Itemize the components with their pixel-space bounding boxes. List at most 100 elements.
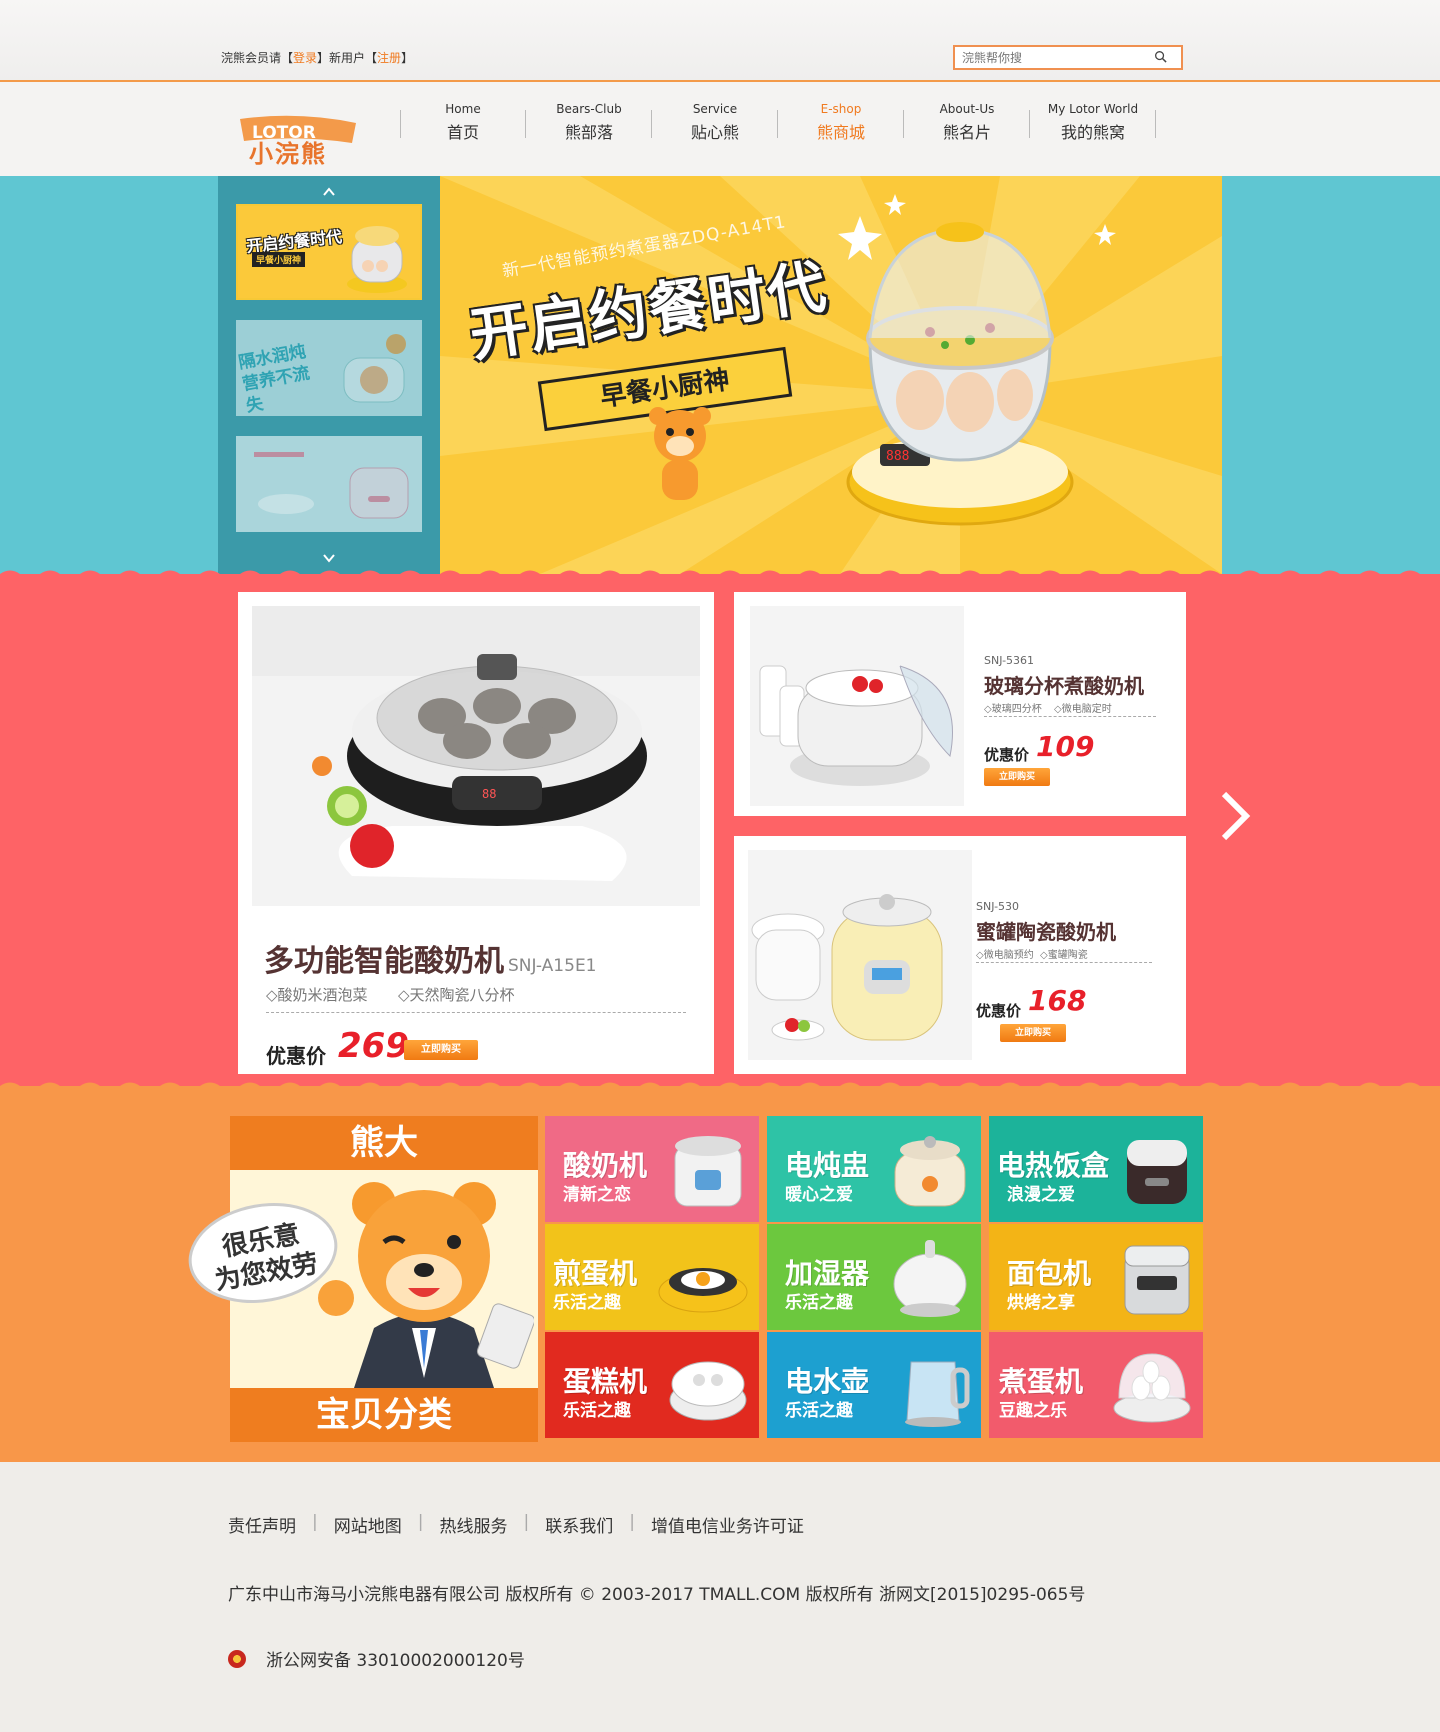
hero-thumb-1[interactable]: 开启约餐时代 早餐小厨神	[236, 204, 422, 300]
category-name: 电热饭盒	[997, 1149, 1110, 1182]
buy-now-button[interactable]: 立即购买	[984, 768, 1050, 786]
category-tagline: 乐活之趣	[563, 1401, 631, 1421]
stew-pot-icon	[894, 1136, 966, 1207]
mascot-panel: 熊大 很乐意 为您效劳 宝贝分类	[180, 1116, 538, 1442]
nav-label-cn: 贴心熊	[690, 123, 739, 142]
category-cake-maker[interactable]: 蛋糕机 乐活之趣	[545, 1332, 759, 1438]
category-section: 熊大 很乐意 为您效劳 宝贝分类 酸奶机 清新之恋 电炖盅 暖心之爱 电热饭盒 浪…	[0, 1082, 1440, 1462]
login-suffix: 】	[401, 51, 414, 65]
category-bread-maker[interactable]: 面包机 烘烤之享	[989, 1224, 1203, 1330]
category-tagline: 乐活之趣	[785, 1293, 853, 1313]
hero-thumb-2[interactable]: 隔水润炖 营养不流失	[236, 320, 422, 416]
nav-label-cn: 我的熊窝	[1060, 123, 1125, 142]
category-egg-boiler[interactable]: 煮蛋机 豆趣之乐	[989, 1332, 1203, 1438]
category-tagline: 清新之恋	[563, 1185, 631, 1205]
category-tagline: 烘烤之享	[1007, 1293, 1075, 1313]
product-card-3[interactable]: SNJ-530 蜜罐陶瓷酸奶机 ◇微电脑预约 ◇蜜罐陶瓷 优惠价 168 立即购…	[734, 836, 1186, 1074]
product-main-feature-2: ◇天然陶瓷八分杯	[398, 986, 515, 1004]
product-3-name: 蜜罐陶瓷酸奶机	[976, 920, 1116, 944]
nav-label-en: Home	[445, 102, 481, 116]
chevron-up-icon[interactable]	[321, 184, 337, 200]
logo-brand-cn: 小浣熊	[249, 140, 327, 168]
nav-label-en: My Lotor World	[1047, 102, 1139, 116]
nav-label-en: E-shop	[820, 102, 862, 116]
category-tagline: 豆趣之乐	[999, 1401, 1067, 1421]
yogurt-maker-image	[254, 452, 409, 519]
category-lunch-box[interactable]: 电热饭盒 浪漫之爱	[989, 1116, 1203, 1222]
police-badge-icon	[228, 1649, 246, 1668]
footer-link-contact[interactable]: 联系我们	[545, 1512, 613, 1537]
footer-separator: |	[417, 1512, 424, 1532]
product-2-price: 109	[1036, 730, 1095, 763]
nav-item-bears-club[interactable]: Bears-Club 熊部落	[526, 102, 652, 142]
nav-label-cn: 熊部落	[564, 123, 613, 142]
footer-link-hotline[interactable]: 热线服务	[439, 1512, 507, 1537]
product-2-name: 玻璃分杯煮酸奶机	[984, 674, 1144, 698]
category-egg-fryer[interactable]: 煎蛋机 乐活之趣	[545, 1224, 759, 1330]
login-link[interactable]: 登录	[293, 51, 317, 65]
nav-item-service[interactable]: Service 贴心熊	[652, 102, 778, 142]
search-input[interactable]	[955, 47, 1145, 69]
glass-yogurt-maker-image	[750, 606, 964, 806]
category-tagline: 乐活之趣	[553, 1293, 621, 1313]
divider-line	[984, 716, 1156, 717]
footer-separator: |	[629, 1512, 635, 1532]
category-name: 电水壶	[785, 1365, 870, 1398]
category-name: 蛋糕机	[563, 1365, 648, 1398]
product-2-model: SNJ-5361	[984, 654, 1035, 667]
egg-cooker-product-image: 888	[846, 222, 1074, 526]
nav-item-about-us[interactable]: About-Us 熊名片	[904, 102, 1030, 142]
product-3-feature-1: ◇微电脑预约	[976, 950, 1034, 961]
hero-banner[interactable]: 新一代智能预约煮蛋器ZDQ-A14T1 开启约餐时代 早餐小厨神 888	[440, 176, 1222, 574]
nav-label-en: Bears-Club	[556, 102, 622, 116]
footer: 责任声明 | 网站地图 | 热线服务 | 联系我们 | 增值电信业务许可证 广东中山市海…	[0, 1462, 1440, 1732]
login-prompt: 浣熊会员请【登录】新用户【注册】	[221, 49, 413, 66]
category-tagline: 乐活之趣	[785, 1401, 853, 1421]
stew-pot-image	[343, 334, 406, 403]
nav-item-eshop[interactable]: E-shop 熊商城	[778, 102, 904, 184]
footer-link-license[interactable]: 增值电信业务许可证	[651, 1512, 804, 1537]
category-humidifier[interactable]: 加湿器 乐活之趣	[767, 1224, 981, 1330]
search-icon[interactable]	[1154, 50, 1167, 63]
login-prefix: 浣熊会员请【	[221, 51, 294, 65]
banner-rays-background	[440, 176, 1222, 574]
mascot-panel-title: 熊大	[230, 1116, 538, 1170]
footer-separator: |	[312, 1512, 318, 1532]
copyright-text: 广东中山市海马小浣熊电器有限公司 版权所有 © 2003-2017 TMALL.…	[228, 1585, 1086, 1605]
footer-link-disclaimer[interactable]: 责任声明	[228, 1512, 296, 1537]
product-2-feature-1: ◇玻璃四分杯	[984, 704, 1042, 715]
lunch-box-icon	[1127, 1140, 1187, 1204]
category-yogurt-maker[interactable]: 酸奶机 清新之恋	[545, 1116, 759, 1222]
public-security-record[interactable]: 浙公网安备 33010002000120号	[228, 1646, 525, 1671]
footer-link-sitemap[interactable]: 网站地图	[334, 1512, 402, 1537]
nav-item-my-lotor-world[interactable]: My Lotor World 我的熊窝	[1030, 102, 1156, 142]
price-label: 优惠价	[266, 1044, 326, 1068]
yogurt-maker-icon	[674, 1136, 742, 1207]
wave-divider-top	[0, 570, 1440, 581]
nav-label-en: About-Us	[939, 102, 995, 116]
main-nav-bar: LOTOR 小浣熊 Home 首页 Bears-Club 熊部落 Service 贴心…	[0, 84, 1440, 184]
bear-mascot-image	[318, 1182, 534, 1388]
register-link[interactable]: 注册	[377, 51, 401, 65]
product-main-name: 多功能智能酸奶机	[264, 944, 504, 979]
buy-now-button[interactable]: 立即购买	[404, 1040, 478, 1060]
chevron-down-icon[interactable]	[321, 550, 337, 566]
product-main-title: 多功能智能酸奶机 SNJ-A15E1	[264, 936, 597, 980]
price-label: 优惠价	[976, 1002, 1022, 1020]
chevron-right-icon[interactable]	[1218, 788, 1252, 844]
egg-fryer-icon	[658, 1268, 748, 1313]
product-card-main[interactable]: 88 多功能智能酸奶机 SNJ-A15E1 ◇酸奶米酒泡菜 ◇天然陶瓷八分杯 优惠…	[238, 592, 714, 1074]
egg-boiler-icon	[1113, 1353, 1191, 1423]
nav-label-en: Service	[692, 102, 738, 116]
price-label: 优惠价	[984, 746, 1030, 764]
record-number: 浙公网安备 33010002000120号	[266, 1651, 525, 1671]
product-card-2[interactable]: SNJ-5361 玻璃分杯煮酸奶机 ◇玻璃四分杯 ◇微电脑定时 优惠价 109 …	[734, 592, 1186, 816]
category-stew-pot[interactable]: 电炖盅 暖心之爱	[767, 1116, 981, 1222]
nav-item-home[interactable]: Home 首页	[400, 102, 526, 142]
hero-thumb-3[interactable]	[236, 436, 422, 532]
buy-now-button[interactable]: 立即购买	[1000, 1024, 1066, 1042]
divider-line	[976, 962, 1152, 963]
product-3-feature-2: ◇蜜罐陶瓷	[1040, 950, 1088, 961]
category-kettle[interactable]: 电水壶 乐活之趣	[767, 1332, 981, 1438]
category-panel-label: 宝贝分类	[230, 1388, 538, 1442]
